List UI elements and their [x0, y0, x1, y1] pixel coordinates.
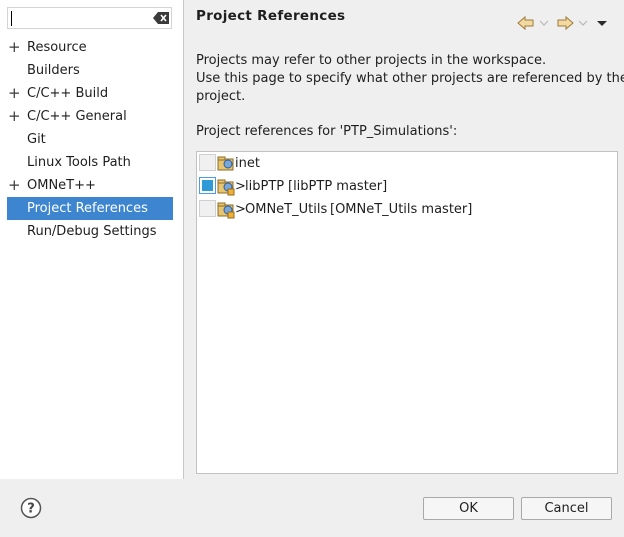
ok-button[interactable]: OK [423, 497, 514, 520]
references-label: Project references for 'PTP_Simulations'… [196, 124, 458, 139]
preferences-tree-pane: + Resource Builders + C/C++ Build + C/C+… [0, 0, 184, 479]
reference-name: OMNeT_Utils [245, 202, 328, 217]
reference-name: inet [235, 156, 260, 171]
sidebar-item-omnetpp[interactable]: + OMNeT++ [7, 174, 173, 197]
sidebar-item-git[interactable]: Git [7, 128, 173, 151]
sidebar-item-label: C/C++ General [27, 109, 127, 124]
sidebar-item-linux-tools-path[interactable]: Linux Tools Path [7, 151, 173, 174]
expand-plus-icon[interactable]: + [8, 105, 21, 128]
list-item[interactable]: > OMNeT_Utils [OMNeT_Utils master] [198, 199, 616, 222]
list-item[interactable]: > libPTP [libPTP master] [198, 176, 616, 199]
git-branch-label: [OMNeT_Utils master] [330, 202, 473, 217]
text-caret [11, 11, 12, 26]
help-icon[interactable]: ? [20, 497, 42, 519]
sidebar-item-label: Linux Tools Path [27, 155, 131, 170]
list-item[interactable]: inet [198, 153, 616, 176]
dropdown-triangle-icon[interactable] [596, 14, 608, 32]
sidebar-item-label: Project References [27, 201, 148, 216]
project-folder-icon [217, 179, 235, 196]
page-title: Project References [196, 8, 346, 24]
page-description: Projects may refer to other projects in … [196, 52, 624, 106]
filter-input[interactable] [7, 7, 172, 29]
expand-plus-icon[interactable]: + [8, 174, 21, 197]
sidebar-item-label: OMNeT++ [27, 178, 96, 193]
svg-text:?: ? [27, 502, 35, 517]
reference-name: libPTP [245, 179, 285, 194]
reference-checkbox[interactable] [199, 200, 216, 217]
sidebar-item-run-debug-settings[interactable]: Run/Debug Settings [7, 220, 173, 243]
sidebar-item-resource[interactable]: + Resource [7, 36, 173, 59]
reference-checkbox[interactable] [199, 154, 216, 171]
description-line: project. [196, 89, 246, 104]
sidebar-item-label: Run/Debug Settings [27, 224, 157, 239]
cancel-button[interactable]: Cancel [521, 497, 612, 520]
sidebar-item-label: Resource [27, 40, 87, 55]
arrow-left-icon[interactable] [517, 14, 535, 32]
project-folder-icon [217, 156, 234, 171]
sidebar-item-label: Builders [27, 63, 80, 78]
sidebar-item-label: Git [27, 132, 46, 147]
project-folder-icon [217, 202, 235, 219]
chevron-down-icon[interactable] [539, 14, 549, 32]
clear-filter-icon[interactable] [153, 12, 169, 24]
reference-checkbox[interactable] [199, 177, 216, 194]
description-line: Use this page to specify what other proj… [196, 71, 624, 86]
description-line: Projects may refer to other projects in … [196, 53, 547, 68]
expand-plus-icon[interactable]: + [8, 36, 21, 59]
sidebar-item-cpp-build[interactable]: + C/C++ Build [7, 82, 173, 105]
sidebar-item-project-references[interactable]: Project References [7, 197, 173, 220]
expand-plus-icon[interactable]: + [8, 82, 21, 105]
git-branch-label: [libPTP master] [288, 179, 388, 194]
sidebar-item-builders[interactable]: Builders [7, 59, 173, 82]
chevron-down-icon[interactable] [578, 14, 588, 32]
project-references-list[interactable]: inet > libPTP [libPTP master] > OMNeT_Ut… [196, 151, 618, 474]
sidebar-item-label: C/C++ Build [27, 86, 109, 101]
arrow-right-icon[interactable] [556, 14, 574, 32]
sidebar-item-cpp-general[interactable]: + C/C++ General [7, 105, 173, 128]
